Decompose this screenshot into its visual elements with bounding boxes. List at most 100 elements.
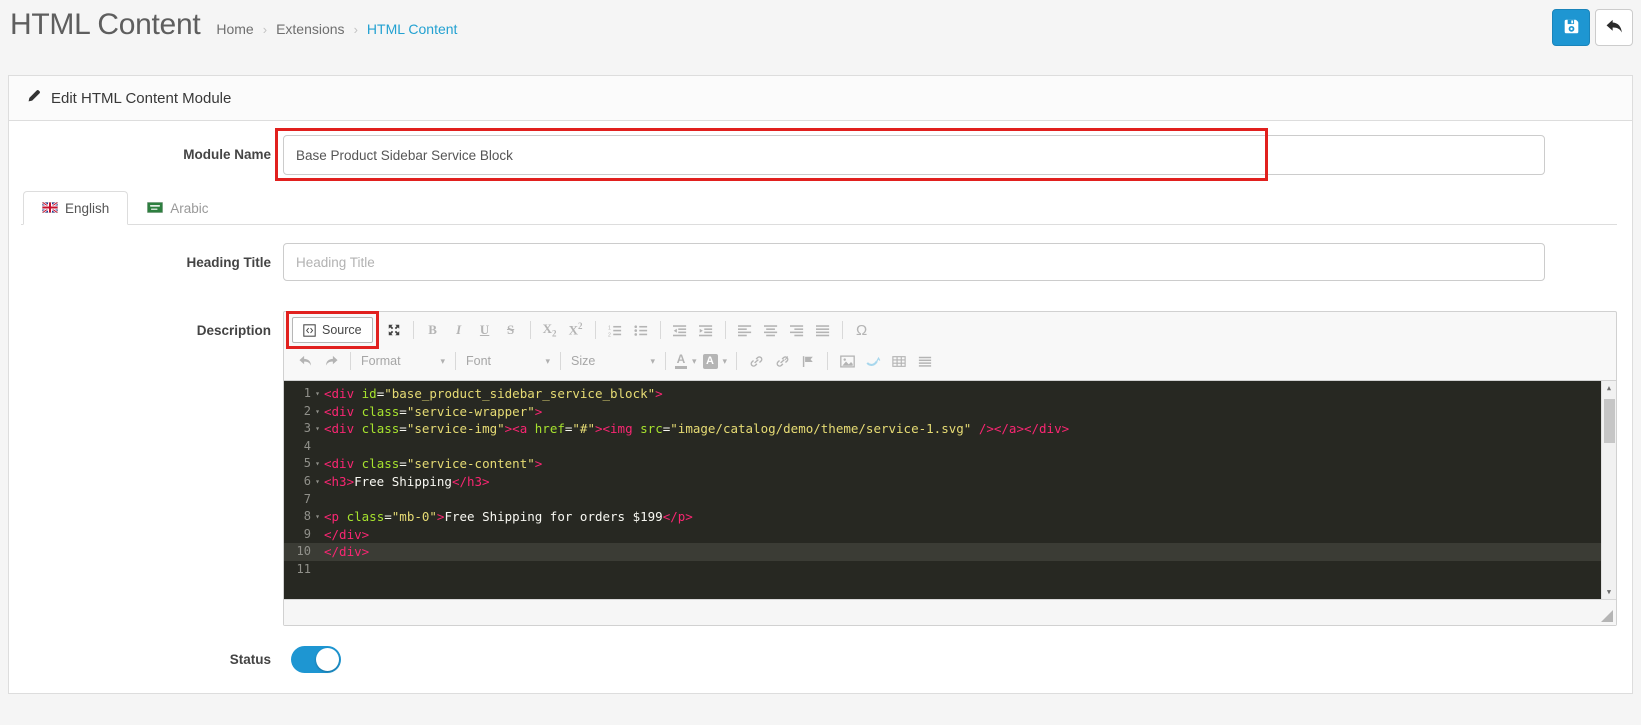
redo-button[interactable]: [318, 349, 344, 373]
save-button[interactable]: [1552, 9, 1590, 46]
source-code-editor[interactable]: 1▾<div id="base_product_sidebar_service_…: [284, 380, 1616, 599]
line-number: 11: [284, 561, 311, 579]
code-line: 8▾<p class="mb-0">Free Shipping for orde…: [284, 508, 1601, 526]
font-dropdown[interactable]: Font▾: [462, 350, 554, 372]
italic-button[interactable]: I: [446, 318, 472, 342]
fold-arrow-icon[interactable]: ▾: [311, 473, 324, 491]
anchor-button[interactable]: [795, 349, 821, 373]
description-label: Description: [21, 311, 283, 626]
subscript-button[interactable]: X2: [537, 318, 563, 342]
file-manager-button[interactable]: [860, 349, 886, 373]
code-line: 6▾<h3>Free Shipping</h3>: [284, 473, 1601, 491]
fold-gutter: [311, 491, 324, 509]
format-dropdown[interactable]: Format▾: [357, 350, 449, 372]
status-toggle[interactable]: [291, 646, 341, 673]
line-number: 10: [284, 543, 311, 561]
toolbar-separator: [530, 321, 531, 339]
page-header: HTML Content Home›Extensions›HTML Conten…: [0, 0, 1641, 46]
line-number: 4: [284, 438, 311, 456]
swoosh-icon: [866, 355, 881, 368]
background-color-button[interactable]: A▾: [700, 349, 731, 373]
breadcrumb-item-extensions[interactable]: Extensions: [276, 21, 344, 37]
table-button[interactable]: [886, 349, 912, 373]
font-dropdown-label: Font: [466, 354, 491, 368]
fold-arrow-icon[interactable]: ▾: [311, 403, 324, 421]
numbered-list-button[interactable]: 12: [602, 318, 628, 342]
heading-title-input[interactable]: [283, 243, 1545, 281]
superscript-button[interactable]: X2: [563, 318, 589, 342]
back-button[interactable]: [1595, 9, 1633, 46]
tab-label: English: [65, 201, 109, 216]
image-icon: [840, 355, 855, 368]
svg-text:1: 1: [608, 325, 611, 331]
bulleted-list-button[interactable]: [628, 318, 654, 342]
image-button[interactable]: [834, 349, 860, 373]
module-name-input[interactable]: [283, 135, 1545, 175]
code-line: 1▾<div id="base_product_sidebar_service_…: [284, 385, 1601, 403]
align-justify-button[interactable]: [810, 318, 836, 342]
scrollbar-thumb[interactable]: [1604, 399, 1615, 443]
toolbar-separator: [736, 352, 737, 370]
maximize-button[interactable]: [381, 318, 407, 342]
link-button[interactable]: [743, 349, 769, 373]
resize-grip-icon[interactable]: [1601, 610, 1613, 622]
source-button[interactable]: Source: [292, 317, 373, 343]
code-text: <p class="mb-0">Free Shipping for orders…: [324, 508, 693, 526]
breadcrumb-item-home[interactable]: Home: [216, 21, 253, 37]
outdent-icon: [673, 324, 687, 337]
source-button-wrapper: Source: [292, 317, 373, 343]
indent-button[interactable]: [693, 318, 719, 342]
fold-arrow-icon[interactable]: ▾: [311, 420, 324, 438]
size-dropdown[interactable]: Size▾: [567, 350, 659, 372]
toolbar-separator: [595, 321, 596, 339]
unlink-button[interactable]: [769, 349, 795, 373]
align-right-button[interactable]: [784, 318, 810, 342]
editor-toolbar-row1: Source BIUS X2X2 12 Ω: [284, 312, 1616, 347]
scroll-down-icon[interactable]: ▼: [1602, 585, 1616, 599]
scroll-up-icon[interactable]: ▲: [1602, 381, 1616, 395]
fold-arrow-icon[interactable]: ▾: [311, 455, 324, 473]
fold-arrow-icon[interactable]: ▾: [311, 508, 324, 526]
page-title: HTML Content: [10, 8, 200, 42]
breadcrumb-item-html-content[interactable]: HTML Content: [367, 21, 458, 37]
undo-button[interactable]: [292, 349, 318, 373]
editor-scrollbar[interactable]: ▲ ▼: [1601, 381, 1616, 599]
align-right-icon: [790, 324, 804, 337]
text-color-button[interactable]: A▾: [672, 349, 700, 373]
omega-icon: Ω: [856, 322, 867, 339]
text-color-icon: A: [675, 354, 687, 369]
fold-gutter: [311, 543, 324, 561]
fold-arrow-icon[interactable]: ▾: [311, 385, 324, 403]
toolbar-separator: [350, 352, 351, 370]
description-row: Description SourceBIUSX2X212Ω Format▾Fon…: [21, 311, 1620, 626]
underline-button[interactable]: U: [472, 318, 498, 342]
pencil-icon: [27, 89, 41, 107]
code-text: <div class="service-content">: [324, 455, 542, 473]
tab-english[interactable]: English: [23, 191, 128, 225]
align-left-button[interactable]: [732, 318, 758, 342]
language-tab-bar: English Arabic: [21, 191, 1617, 225]
tab-arabic[interactable]: Arabic: [128, 191, 227, 225]
toolbar-separator: [842, 321, 843, 339]
heading-title-row: Heading Title: [21, 243, 1620, 281]
line-number: 9: [284, 526, 311, 544]
source-icon: [303, 324, 316, 337]
line-number: 1: [284, 385, 311, 403]
numbered-list-icon: 12: [608, 324, 622, 337]
align-center-button[interactable]: [758, 318, 784, 342]
strikethrough-button[interactable]: S: [498, 318, 524, 342]
toolbar-separator: [660, 321, 661, 339]
bold-icon: B: [428, 322, 437, 338]
chevron-down-icon: ▾: [650, 356, 655, 367]
breadcrumb-separator-icon: ›: [263, 22, 267, 37]
indent-icon: [699, 324, 713, 337]
svg-text:2: 2: [608, 332, 611, 337]
align-left-icon: [738, 324, 752, 337]
toolbar-separator: [725, 321, 726, 339]
outdent-button[interactable]: [667, 318, 693, 342]
special-character-button[interactable]: Ω: [849, 318, 875, 342]
horizontal-rule-button[interactable]: [912, 349, 938, 373]
flag-icon: [802, 355, 814, 368]
panel-heading: Edit HTML Content Module: [9, 76, 1632, 121]
bold-button[interactable]: B: [420, 318, 446, 342]
